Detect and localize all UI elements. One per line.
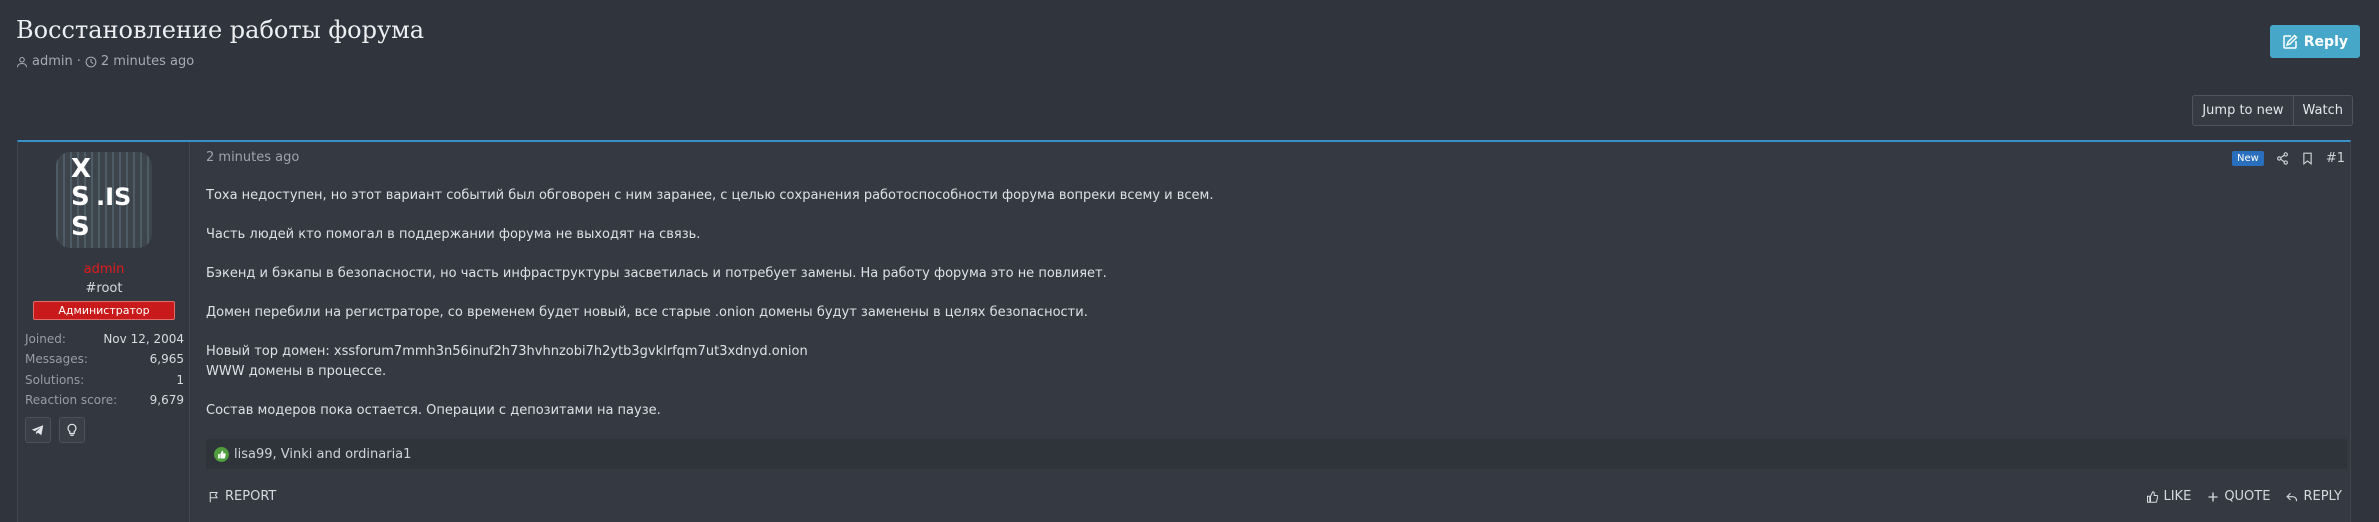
- meta-separator: ·: [76, 54, 81, 69]
- post-number[interactable]: #1: [2326, 151, 2345, 166]
- thread-time[interactable]: 2 minutes ago: [101, 54, 194, 69]
- reactions-bar[interactable]: lisa99, Vinki and ordinaria1: [206, 439, 2347, 469]
- avatar-glyph-s: S: [71, 182, 90, 212]
- user-banner: Администратор: [33, 301, 175, 320]
- clock-icon: [85, 56, 97, 67]
- quote-label: QUOTE: [2224, 489, 2271, 504]
- thread-meta: admin · 2 minutes ago: [16, 54, 194, 69]
- bookmark-icon[interactable]: [2301, 152, 2314, 165]
- avatar-glyph-is: .IS: [96, 183, 132, 211]
- thread-actions: Jump to new Watch: [2192, 95, 2353, 126]
- post-tools: New #1: [2232, 151, 2345, 166]
- share-icon[interactable]: [2276, 152, 2289, 165]
- contact-icons: [25, 417, 85, 443]
- avatar-glyph-x: X: [71, 154, 92, 184]
- lightbulb-button[interactable]: [59, 417, 85, 443]
- telegram-icon: [31, 425, 44, 436]
- report-button[interactable]: REPORT: [208, 489, 276, 504]
- post-paragraph: Состав модеров пока остается. Операции с…: [206, 402, 661, 418]
- user-title: #root: [85, 281, 123, 296]
- edit-icon: [2283, 33, 2298, 49]
- like-button[interactable]: LIKE: [2146, 489, 2191, 504]
- stat-row: Messages: 6,965: [25, 349, 184, 369]
- post-main: 2 minutes ago New #1 Тоха недоступен, но…: [191, 142, 2350, 522]
- post-paragraph: Бэкенд и бэкапы в безопасности, но часть…: [206, 266, 1107, 281]
- stat-row: Solutions: 1: [25, 370, 184, 390]
- stat-value: Nov 12, 2004: [103, 332, 184, 347]
- like-reaction: [214, 446, 229, 462]
- stat-row: Reaction score: 9,679: [25, 390, 184, 410]
- report-label: REPORT: [225, 489, 277, 504]
- flag-icon: [209, 491, 218, 502]
- stat-label: Joined:: [25, 332, 66, 347]
- user-cell: X S .IS S admin #root Администратор Join…: [18, 142, 190, 522]
- like-label: LIKE: [2163, 489, 2192, 504]
- post-reply-button[interactable]: REPLY: [2286, 489, 2342, 504]
- user-stats: Joined: Nov 12, 2004 Messages: 6,965 Solut…: [25, 329, 184, 410]
- username[interactable]: admin: [18, 262, 190, 277]
- quote-button[interactable]: QUOTE: [2207, 489, 2270, 504]
- post-actions: LIKE QUOTE REPLY: [2146, 489, 2342, 504]
- post-paragraph: Домен перебили на регистраторе, со време…: [206, 305, 1088, 320]
- stat-label: Reaction score:: [25, 393, 118, 408]
- avatar[interactable]: X S .IS S: [56, 152, 152, 248]
- thumbs-up-icon: [2147, 490, 2159, 503]
- reply-arrow-icon: [2286, 492, 2298, 501]
- post-date[interactable]: 2 minutes ago: [206, 150, 299, 165]
- jump-to-new-button[interactable]: Jump to new: [2193, 96, 2293, 125]
- reactions-list[interactable]: lisa99, Vinki and ordinaria1: [234, 447, 411, 462]
- user-icon: [16, 56, 28, 67]
- reply-label: REPLY: [2303, 489, 2342, 504]
- reply-button-label: Reply: [2303, 33, 2348, 50]
- stat-row: Joined: Nov 12, 2004: [25, 329, 184, 349]
- stat-value: 1: [176, 372, 184, 387]
- stat-label: Messages:: [25, 352, 88, 367]
- plus-icon: [2208, 492, 2218, 501]
- telegram-button[interactable]: [25, 417, 51, 443]
- post-paragraph: Часть людей кто помогал в поддержании фо…: [206, 227, 701, 242]
- stat-value[interactable]: 6,965: [150, 352, 184, 366]
- lightbulb-icon: [67, 423, 77, 436]
- thread-title: Восстановление работы форума: [16, 16, 425, 44]
- thumbs-up-icon: [218, 450, 226, 458]
- stat-label: Solutions:: [25, 372, 85, 387]
- post-paragraph: Тоха недоступен, но этот вариант событий…: [206, 188, 1214, 203]
- post-paragraph-group: Новый тор домен: xssforum7mmh3n56inuf2h7…: [206, 342, 1906, 381]
- post-line: Новый тор домен: xssforum7mmh3n56inuf2h7…: [206, 344, 808, 359]
- post: X S .IS S admin #root Администратор Join…: [17, 140, 2351, 522]
- new-badge: New: [2232, 151, 2264, 166]
- reply-button[interactable]: Reply: [2269, 25, 2360, 58]
- avatar-glyph-s2: S: [71, 212, 90, 242]
- post-body: Тоха недоступен, но этот вариант событий…: [206, 186, 1906, 440]
- post-line: WWW домены в процессе.: [206, 363, 387, 379]
- thread-author[interactable]: admin: [32, 54, 73, 69]
- stat-value: 9,679: [149, 393, 184, 408]
- watch-button[interactable]: Watch: [2292, 96, 2352, 125]
